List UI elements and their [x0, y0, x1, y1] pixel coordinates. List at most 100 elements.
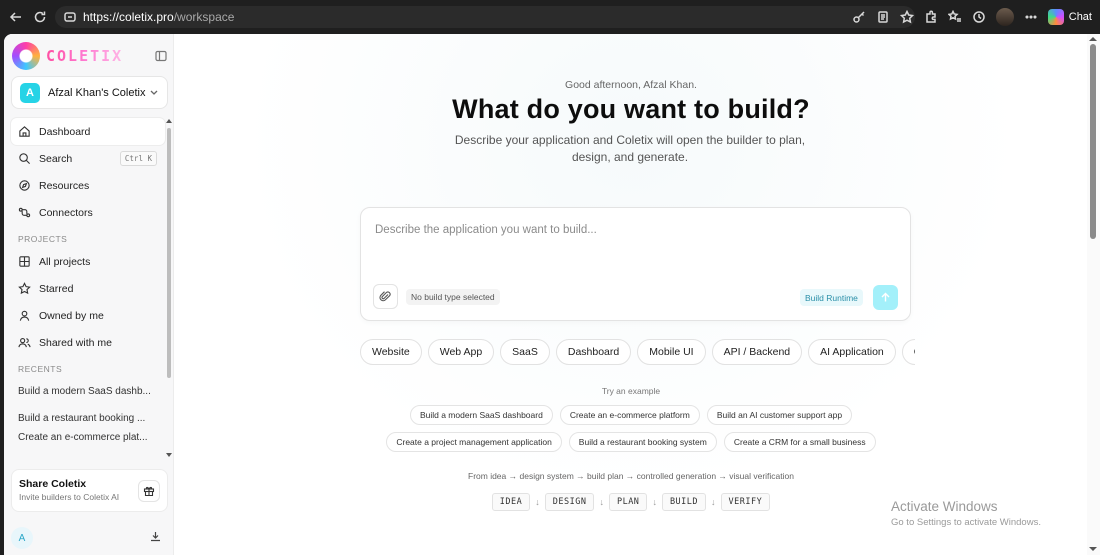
- profile-avatar[interactable]: [995, 8, 1014, 26]
- scroll-up-arrow-icon[interactable]: [166, 118, 172, 124]
- url-path: /workspace: [173, 10, 235, 24]
- logo[interactable]: COLETIX: [12, 42, 168, 70]
- logo-mark-icon: [12, 42, 40, 70]
- user-icon: [19, 310, 30, 321]
- chevron-down-icon: [150, 90, 158, 95]
- workspace-switcher[interactable]: A Afzal Khan's Coletix: [11, 76, 168, 109]
- chip-cli-tool[interactable]: CLI Tool: [901, 339, 915, 365]
- sidebar-item-dashboard[interactable]: Dashboard: [11, 118, 165, 145]
- sidebar-item-starred[interactable]: Starred: [11, 275, 165, 302]
- chip-api-backend[interactable]: API / Backend: [711, 339, 803, 365]
- reload-button[interactable]: [29, 6, 51, 28]
- sidebar-item-label: Owned by me: [39, 309, 104, 322]
- browser-toolbar: https://coletix.pro/workspace Chat: [0, 0, 1100, 34]
- recent-item[interactable]: Build a restaurant booking ...: [11, 405, 165, 432]
- back-button[interactable]: [5, 6, 27, 28]
- history-icon[interactable]: [972, 10, 986, 24]
- share-card[interactable]: Share Coletix Invite builders to Coletix…: [11, 469, 168, 512]
- pipeline-description: From idea → design system → build plan →…: [468, 471, 794, 481]
- sidebar-item-connectors[interactable]: Connectors: [11, 199, 165, 226]
- build-type-chips: Website Web App SaaS Dashboard Mobile UI API …: [360, 339, 915, 367]
- sidebar-item-resources[interactable]: Resources: [11, 172, 165, 199]
- arrow-up-icon: [881, 292, 890, 302]
- scroll-down-arrow-icon[interactable]: [166, 452, 172, 458]
- page-scrollbar[interactable]: [1087, 34, 1100, 555]
- chip-ai-application[interactable]: AI Application: [808, 339, 896, 365]
- reload-icon: [34, 11, 46, 23]
- stage-arrow-icon: ↓: [535, 497, 540, 507]
- stage-arrow-icon: ↓: [652, 497, 657, 507]
- recent-item[interactable]: Build a modern SaaS dashb...: [11, 378, 165, 405]
- scroll-down-arrow-icon[interactable]: [1089, 546, 1097, 552]
- sidebar-scrollbar[interactable]: [166, 118, 172, 458]
- sidebar-item-label: Connectors: [39, 206, 93, 219]
- grid-icon: [19, 256, 30, 267]
- copilot-chat-button[interactable]: Chat: [1047, 9, 1092, 25]
- prompt-input[interactable]: Describe the application you want to bui…: [375, 224, 597, 236]
- sidebar-item-label: Dashboard: [39, 125, 91, 138]
- sidebar-item-all-projects[interactable]: All projects: [11, 248, 165, 275]
- stage-design: DESIGN: [544, 493, 595, 511]
- example-chip[interactable]: Create a project management application: [386, 432, 562, 452]
- users-icon: [18, 338, 31, 348]
- sidebar-item-search[interactable]: Search Ctrl K: [11, 145, 165, 172]
- build-type-badge[interactable]: No build type selected: [406, 289, 500, 305]
- extensions-icon[interactable]: [924, 10, 938, 24]
- chip-website[interactable]: Website: [360, 339, 422, 365]
- chip-web-app[interactable]: Web App: [427, 339, 495, 365]
- workspace-badge: A: [20, 82, 40, 103]
- attach-button[interactable]: [373, 284, 398, 309]
- download-icon[interactable]: [149, 530, 162, 543]
- example-row: Build a modern SaaS dashboard Create an …: [175, 405, 1087, 425]
- more-options-icon[interactable]: [1024, 10, 1038, 24]
- stage-plan: PLAN: [608, 493, 648, 511]
- greeting: Good afternoon, Afzal Khan.: [565, 79, 697, 91]
- example-chip[interactable]: Build a modern SaaS dashboard: [409, 405, 553, 425]
- user-avatar[interactable]: A: [11, 527, 33, 549]
- key-icon[interactable]: [852, 10, 866, 24]
- stage-verify: VERIFY: [720, 493, 771, 511]
- recent-item[interactable]: Create an e-commerce plat...: [11, 432, 165, 446]
- url-host: https://coletix.pro: [83, 10, 174, 24]
- sidebar-item-shared-with-me[interactable]: Shared with me: [11, 329, 165, 356]
- example-prompts: Build a modern SaaS dashboard Create an …: [175, 405, 1087, 459]
- page-subtitle: Describe your application and Coletix wi…: [454, 133, 806, 164]
- address-bar[interactable]: https://coletix.pro/workspace: [55, 6, 915, 28]
- example-chip[interactable]: Build a restaurant booking system: [568, 432, 717, 452]
- site-info-icon[interactable]: [63, 10, 77, 24]
- example-row: Create a project management application …: [175, 432, 1087, 452]
- sidebar-item-label: All projects: [39, 255, 91, 268]
- example-chip[interactable]: Build an AI customer support app: [706, 405, 853, 425]
- sidebar-item-label: Resources: [39, 179, 90, 192]
- paperclip-icon: [379, 291, 391, 302]
- favorite-star-icon[interactable]: [899, 10, 914, 24]
- page-scroll-thumb[interactable]: [1090, 44, 1096, 239]
- workspace-name: Afzal Khan's Coletix: [48, 86, 146, 99]
- watermark-subtitle: Go to Settings to activate Windows.: [891, 517, 1041, 528]
- build-runtime-button[interactable]: Build Runtime: [800, 289, 863, 306]
- main-content: Good afternoon, Afzal Khan. What do you …: [175, 34, 1087, 555]
- sidebar-item-owned-by-me[interactable]: Owned by me: [11, 302, 165, 329]
- invite-button[interactable]: [138, 480, 160, 502]
- copilot-icon: [1047, 9, 1064, 25]
- stage-arrow-icon: ↓: [599, 497, 604, 507]
- search-shortcut: Ctrl K: [119, 151, 157, 166]
- send-button[interactable]: [873, 285, 898, 310]
- example-chip[interactable]: Create a CRM for a small business: [723, 432, 876, 452]
- try-example-label: Try an example: [601, 386, 661, 396]
- reader-icon[interactable]: [876, 10, 890, 24]
- scroll-up-arrow-icon[interactable]: [1089, 36, 1097, 42]
- sidebar-collapse-icon[interactable]: [154, 49, 168, 63]
- chip-dashboard[interactable]: Dashboard: [555, 339, 632, 365]
- chip-mobile-ui[interactable]: Mobile UI: [637, 339, 706, 365]
- example-chip[interactable]: Create an e-commerce platform: [559, 405, 700, 425]
- sidebar-scroll-thumb[interactable]: [167, 128, 171, 378]
- sidebar: COLETIX A Afzal Khan's Coletix Dashboard…: [4, 34, 174, 555]
- prompt-composer: Describe the application you want to bui…: [360, 207, 911, 321]
- connectors-icon: [18, 207, 31, 218]
- favorites-icon[interactable]: [947, 10, 962, 24]
- projects-section-label: PROJECTS: [18, 234, 68, 244]
- logo-text: COLETIX: [46, 47, 124, 65]
- chip-saas[interactable]: SaaS: [500, 339, 550, 365]
- arrow-left-icon: [9, 12, 21, 22]
